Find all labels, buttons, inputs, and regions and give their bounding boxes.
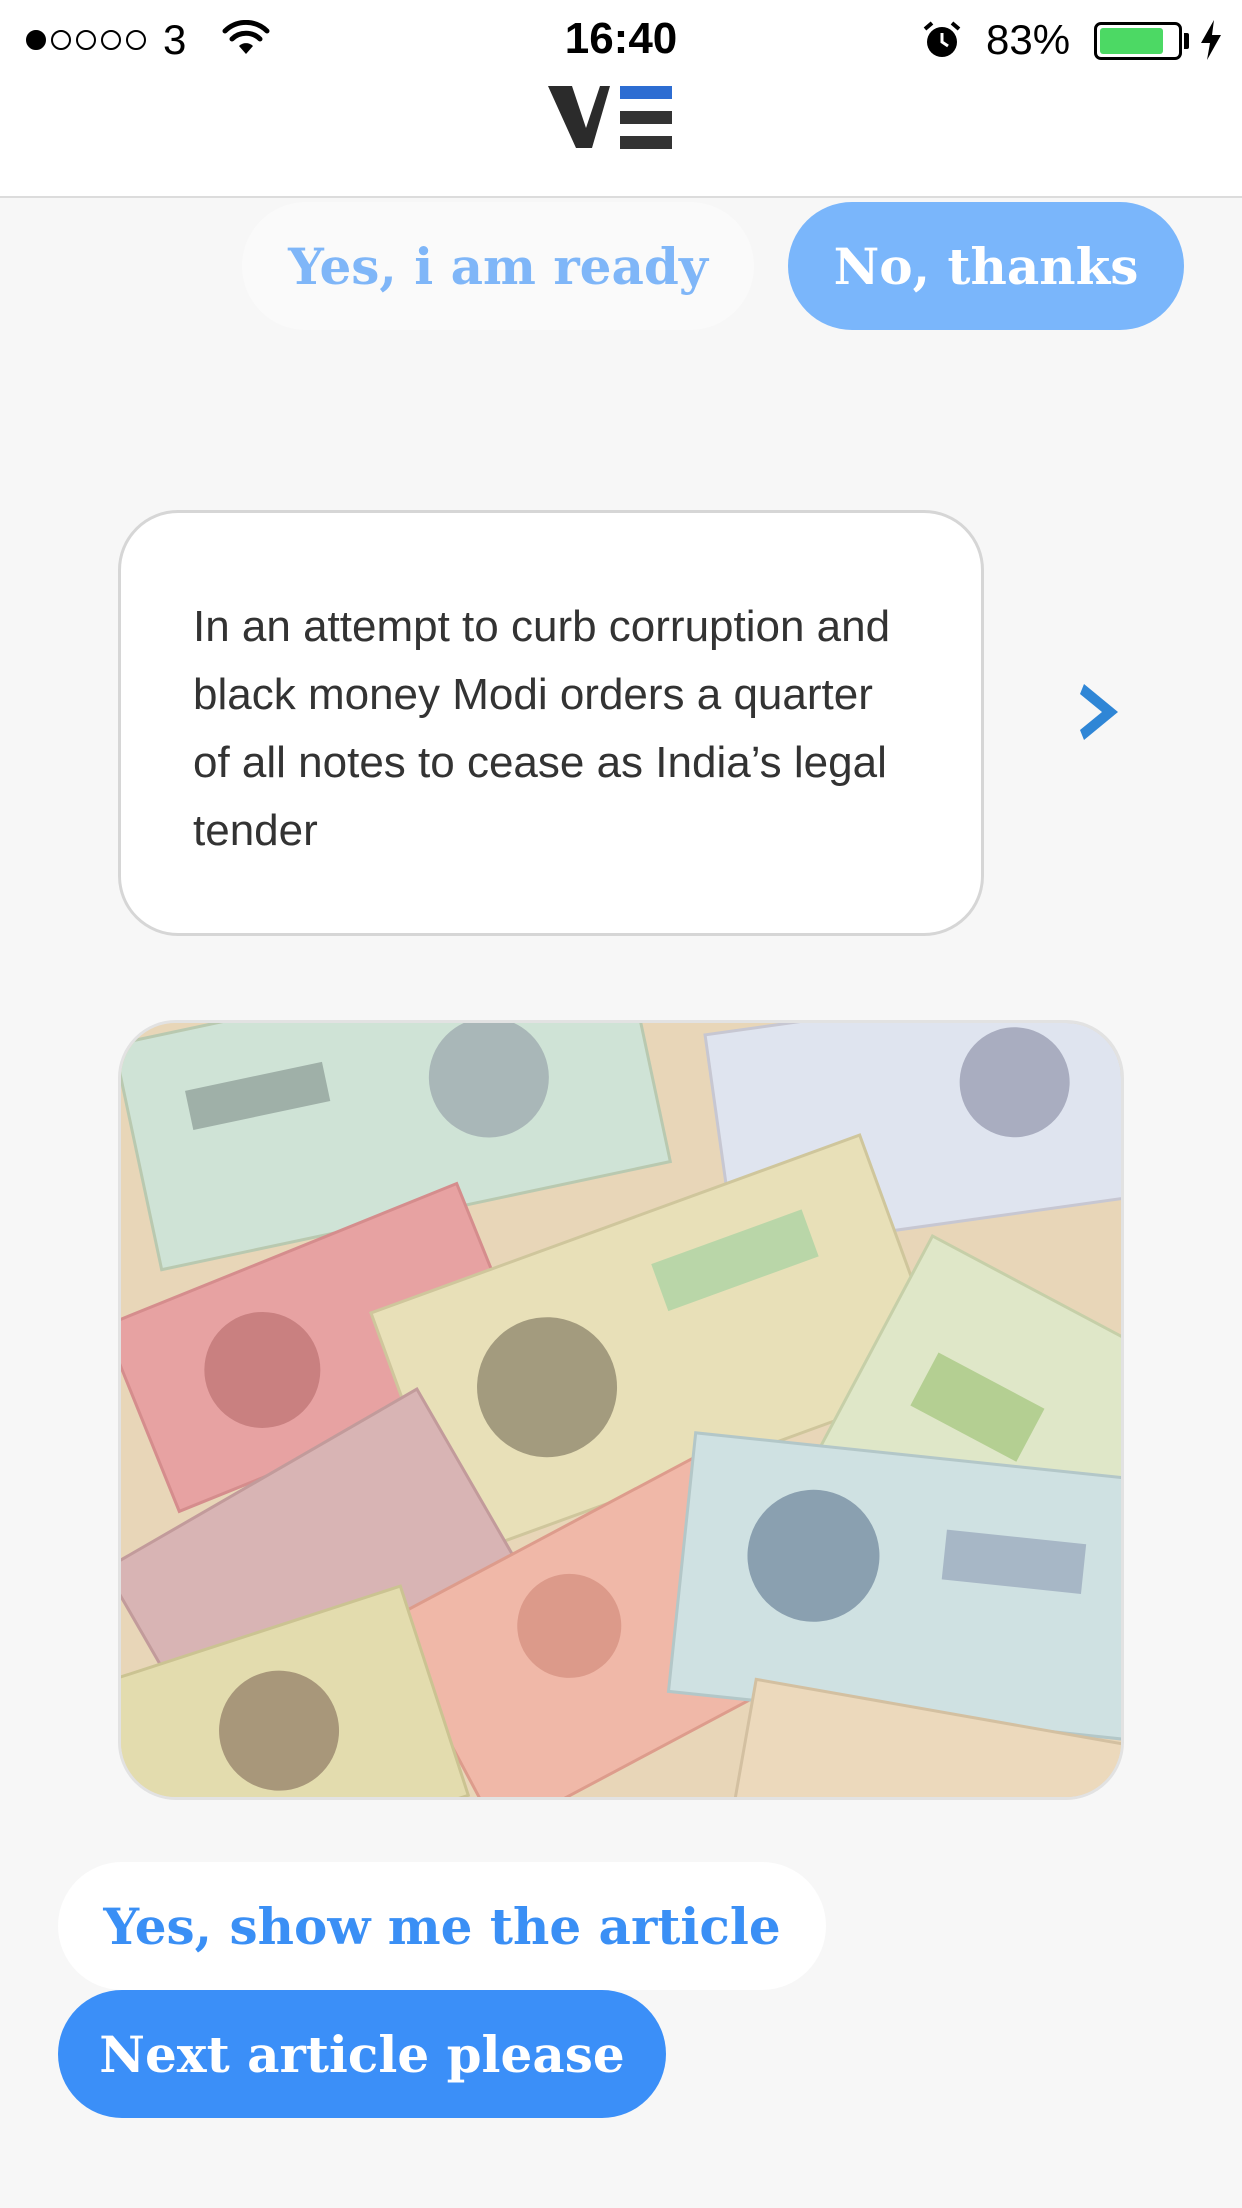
- news-message-bubble: In an attempt to curb corruption and bla…: [118, 510, 984, 936]
- news-message-text: In an attempt to curb corruption and bla…: [193, 602, 891, 855]
- battery-cap: [1184, 33, 1189, 49]
- no-thanks-button[interactable]: No, thanks: [788, 202, 1184, 330]
- banknotes-illustration: [121, 1023, 1121, 1797]
- yes-ready-button[interactable]: Yes, i am ready: [242, 202, 754, 330]
- alarm-icon: [923, 21, 961, 57]
- battery-percentage: 83%: [986, 16, 1071, 63]
- battery-icon: [1094, 22, 1182, 60]
- battery-level-fill: [1100, 28, 1164, 54]
- ve-logo: [548, 86, 672, 149]
- top-navigation-bar: [0, 80, 1242, 198]
- rupee-notes-image: [118, 1020, 1124, 1800]
- status-bar: 3 16:40 83%: [0, 0, 1242, 80]
- show-article-button[interactable]: Yes, show me the article: [58, 1862, 826, 1990]
- charging-bolt-icon: [1201, 20, 1221, 60]
- next-article-button[interactable]: Next article please: [58, 1990, 666, 2118]
- chevron-right-icon[interactable]: [1074, 678, 1130, 746]
